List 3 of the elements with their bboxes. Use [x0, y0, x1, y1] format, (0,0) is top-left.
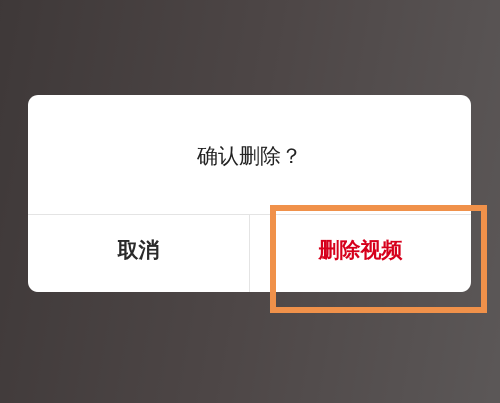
cancel-button[interactable]: 取消	[28, 215, 249, 292]
dialog-title: 确认删除？	[197, 142, 302, 170]
delete-button[interactable]: 删除视频	[249, 215, 471, 292]
